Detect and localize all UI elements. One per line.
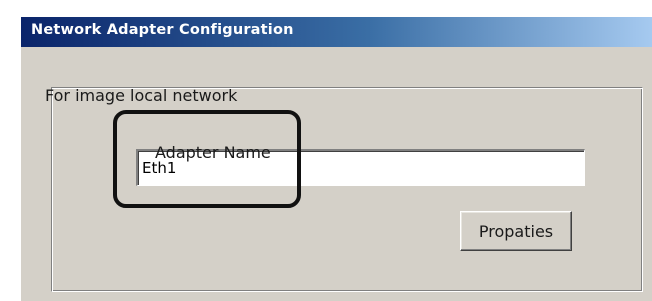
properties-button[interactable]: Propaties: [460, 211, 572, 251]
window-title: Network Adapter Configuration: [31, 22, 294, 38]
image-network-groupbox: [51, 87, 643, 292]
group-label: For image local network: [45, 86, 238, 105]
adapter-name-label: Adapter Name: [155, 143, 271, 162]
title-bar[interactable]: Network Adapter Configuration: [21, 17, 652, 47]
